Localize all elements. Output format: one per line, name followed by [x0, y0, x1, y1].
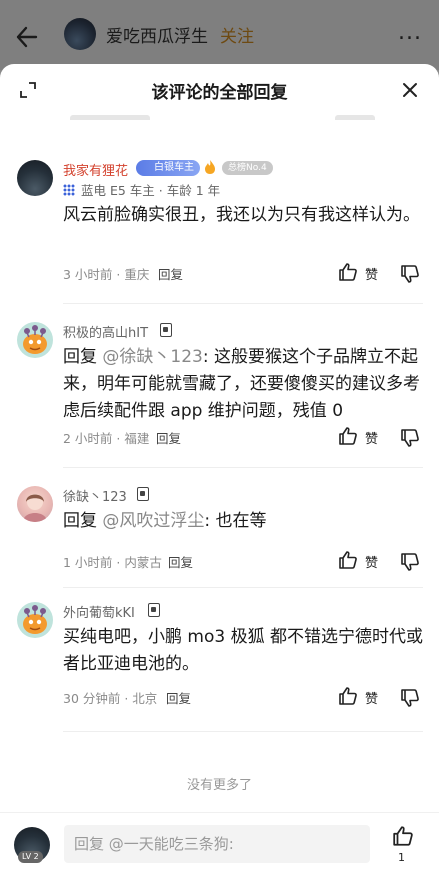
close-icon[interactable]	[400, 80, 420, 100]
reply-button[interactable]: 回复	[156, 428, 181, 447]
reply-text: 回复 @风吹过浮尘: 也在等	[63, 508, 423, 535]
thumbs-down-icon[interactable]	[400, 264, 420, 284]
mention-link[interactable]: @风吹过浮尘	[102, 511, 204, 531]
reply-meta: 30 分钟前 · 北京	[63, 691, 158, 706]
reply-button[interactable]: 回复	[168, 552, 193, 571]
thumbs-up-icon[interactable]	[338, 686, 358, 706]
username[interactable]: 外向葡萄kKI	[63, 602, 135, 621]
sheet-title: 该评论的全部回复	[151, 83, 288, 103]
divider	[63, 303, 423, 304]
like-count: 1	[398, 851, 405, 864]
avatar[interactable]	[17, 486, 53, 522]
back-arrow-icon[interactable]	[14, 22, 40, 52]
thumbs-down-icon[interactable]	[400, 428, 420, 448]
thumbs-up-icon[interactable]	[338, 550, 358, 570]
thumbs-up-icon[interactable]	[392, 825, 414, 847]
thumbs-up-icon[interactable]	[338, 426, 358, 446]
more-icon[interactable]: ...	[398, 20, 422, 45]
reply-item: 徐缺丶123 回复 @风吹过浮尘: 也在等 1 小时前 · 内蒙古 回复 赞	[0, 484, 439, 588]
silver-owner-badge: 白银车主	[136, 160, 200, 176]
thumbs-down-icon[interactable]	[400, 688, 420, 708]
car-owner-text: 蓝电 E5 车主 · 车龄 1 年	[81, 183, 221, 198]
flame-icon	[205, 160, 215, 174]
monster-avatar-icon	[23, 605, 47, 634]
reply-item: 积极的高山hIT 回复 @徐缺丶123: 这般要猴这个子品牌立不起来，明年可能就…	[0, 320, 439, 468]
like-label[interactable]: 赞	[365, 688, 378, 707]
reply-prefix: 回复	[63, 347, 103, 367]
mention-link[interactable]: @徐缺丶123	[102, 347, 202, 367]
reply-item: 外向葡萄kKI 买纯电吧，小鹏 mo3 极狐 都不错选宁德时代或者比亚迪电池的。…	[0, 600, 439, 732]
monster-avatar-icon	[23, 325, 47, 354]
reply-text: 风云前脸确实很丑，我还以为只有我这样认为。	[63, 205, 420, 225]
portrait-avatar-icon	[23, 494, 47, 522]
like-label[interactable]: 赞	[365, 264, 378, 283]
scrolled-content-peek	[60, 110, 420, 120]
level-badge: LV 2	[18, 851, 43, 863]
rank-badge: 总榜No.4	[222, 161, 273, 175]
follow-button[interactable]: 关注	[220, 22, 254, 47]
reply-meta: 1 小时前 · 内蒙古	[63, 555, 162, 570]
thumbs-down-icon[interactable]	[400, 552, 420, 572]
like-label[interactable]: 赞	[365, 552, 378, 571]
avatar[interactable]	[17, 602, 53, 638]
replies-sheet: 该评论的全部回复 我家有狸花 白银车主 总榜No.4 蓝电 E5 车主 · 车龄…	[0, 64, 439, 884]
reply-item: 我家有狸花 白银车主 总榜No.4 蓝电 E5 车主 · 车龄 1 年 风云前脸…	[0, 154, 439, 304]
owner-card-icon	[137, 487, 149, 501]
reply-body: : 也在等	[204, 511, 267, 531]
username[interactable]: 徐缺丶123	[63, 486, 127, 505]
thumbs-up-icon[interactable]	[338, 262, 358, 282]
reply-button[interactable]: 回复	[158, 264, 183, 283]
car-owner-info: 蓝电 E5 车主 · 车龄 1 年	[63, 180, 220, 199]
author-avatar[interactable]	[64, 18, 96, 50]
owner-card-icon	[148, 603, 160, 617]
divider	[63, 467, 423, 468]
reply-text: 买纯电吧，小鹏 mo3 极狐 都不错选宁德时代或者比亚迪电池的。	[63, 627, 423, 674]
reply-meta: 2 小时前 · 福建	[63, 431, 150, 446]
divider	[63, 587, 423, 588]
username[interactable]: 积极的高山hIT	[63, 322, 148, 341]
author-name[interactable]: 爱吃西瓜浮生	[106, 22, 208, 47]
username[interactable]: 我家有狸花	[63, 160, 128, 179]
reply-meta: 3 小时前 · 重庆	[63, 267, 150, 282]
reply-button[interactable]: 回复	[166, 688, 191, 707]
divider	[63, 731, 423, 732]
reply-input[interactable]	[64, 825, 370, 863]
reply-bar: LV 2 1	[0, 812, 439, 884]
reply-text: 回复 @徐缺丶123: 这般要猴这个子品牌立不起来，明年可能就雪藏了，还要傻傻买…	[63, 344, 423, 425]
no-more-text: 没有更多了	[186, 778, 252, 793]
brand-dots-icon	[63, 184, 75, 196]
background-header: 爱吃西瓜浮生 关注 ...	[0, 0, 439, 70]
avatar[interactable]	[17, 322, 53, 358]
reply-prefix: 回复	[63, 511, 103, 531]
owner-card-icon	[160, 323, 172, 337]
avatar[interactable]	[17, 160, 53, 196]
like-label[interactable]: 赞	[365, 428, 378, 447]
